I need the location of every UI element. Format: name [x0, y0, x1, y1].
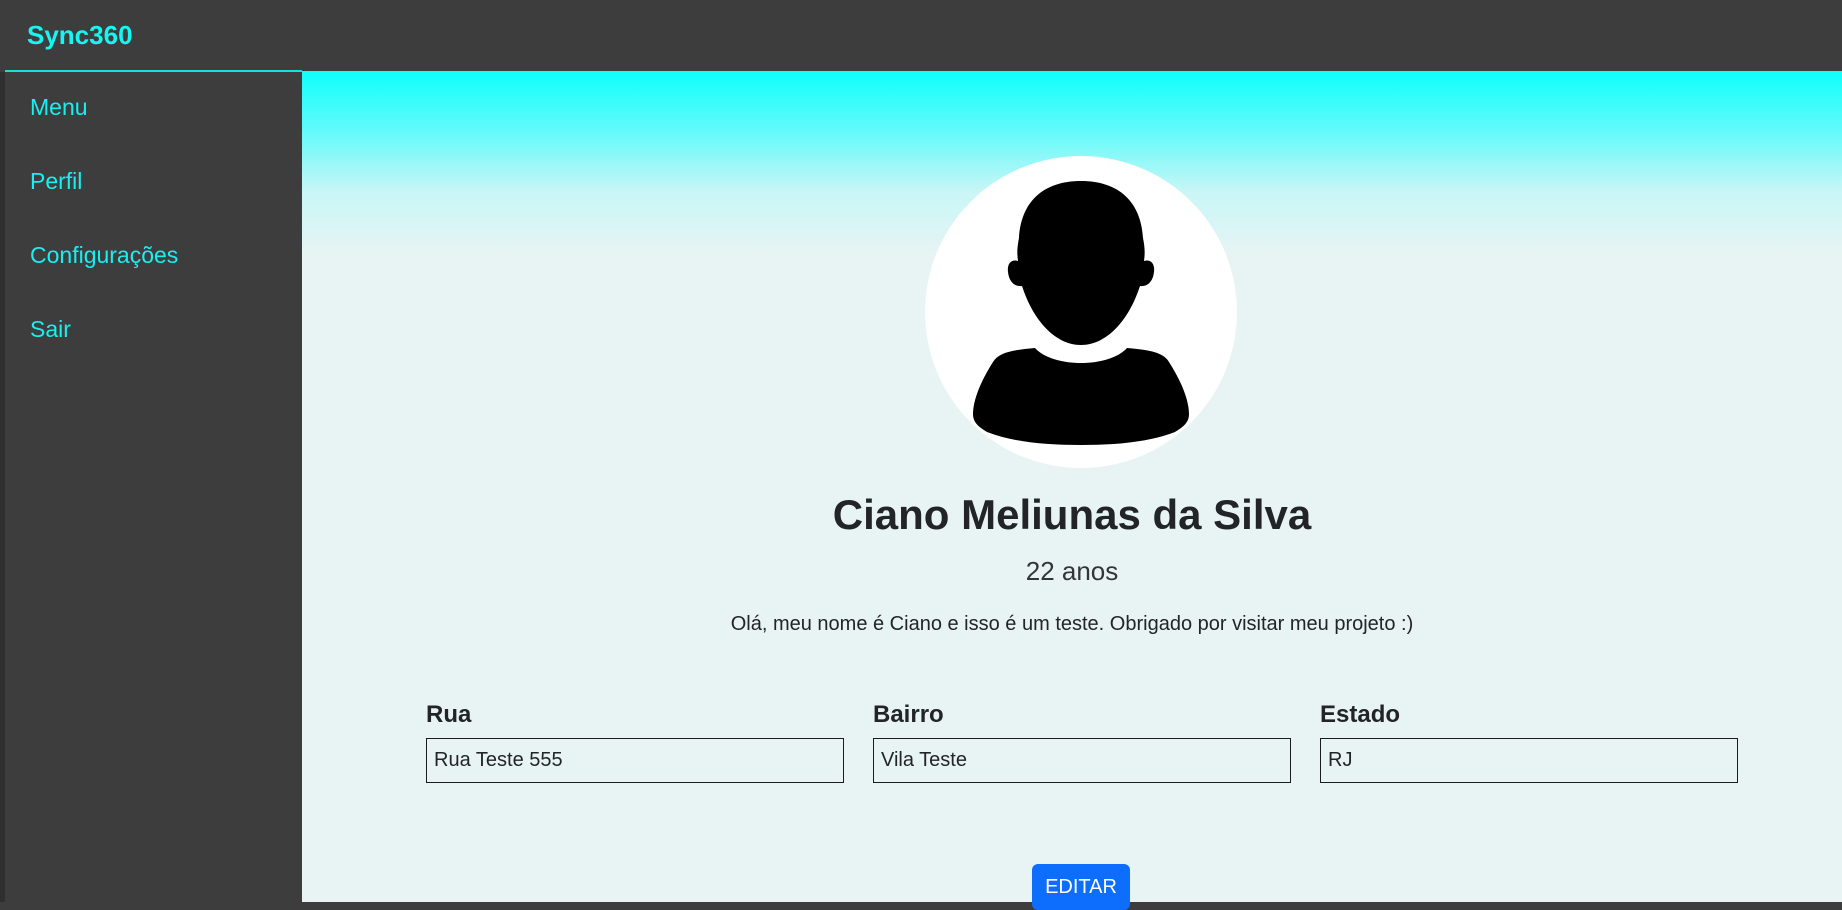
state-input[interactable] [1320, 738, 1738, 783]
sidebar-item-configuracoes[interactable]: Configurações [30, 241, 178, 269]
sidebar-item-sair[interactable]: Sair [30, 315, 71, 343]
avatar [925, 156, 1237, 468]
profile-bio: Olá, meu nome é Ciano e isso é um teste.… [730, 613, 1414, 635]
sidebar-item-menu[interactable]: Menu [30, 93, 88, 121]
district-input[interactable] [873, 738, 1291, 783]
district-label: Bairro [873, 701, 944, 728]
top-bar: Sync360 [0, 0, 1842, 72]
street-input[interactable] [426, 738, 844, 783]
user-silhouette-icon [973, 181, 1189, 445]
state-label: Estado [1320, 701, 1401, 728]
sidebar-item-perfil[interactable]: Perfil [30, 167, 82, 195]
profile-name: Ciano Meliunas da Silva [832, 491, 1312, 538]
profile-age: 22 anos [1025, 556, 1119, 586]
sidebar: Menu Perfil Configurações Sair [0, 72, 302, 902]
profile-content: Ciano Meliunas da Silva 22 anos Olá, meu… [302, 71, 1842, 910]
app-brand[interactable]: Sync360 [27, 19, 133, 51]
edit-button[interactable]: EDITAR [1032, 864, 1130, 910]
street-label: Rua [426, 701, 472, 728]
